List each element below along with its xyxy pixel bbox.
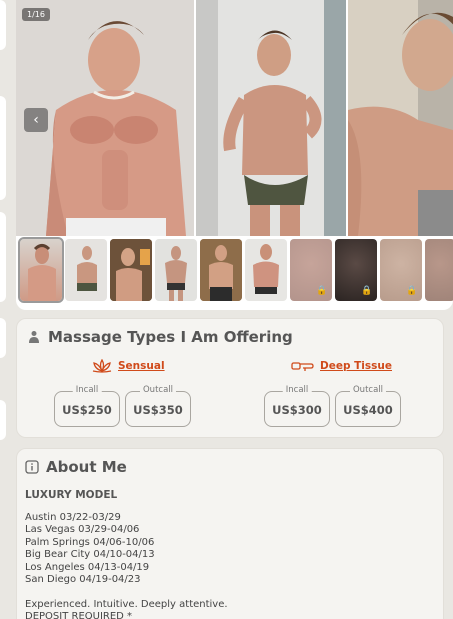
thumb-figure [200,239,242,301]
photo-figure-man-selfie [348,0,453,236]
outcall-label: Outcall [349,385,387,395]
incall-price: US$300 [272,403,322,417]
about-me-heading: About Me [25,458,127,476]
gallery-photo[interactable] [196,0,346,236]
incall-label: Incall [72,385,102,395]
incall-label: Incall [282,385,312,395]
thumbnail-locked[interactable] [425,239,453,301]
about-me-body: LUXURY MODEL Austin 03/22-03/29 Las Vega… [25,489,228,619]
thumbnail[interactable] [155,239,197,301]
prev-card-edge [0,318,6,358]
lock-icon: 🔒 [316,286,328,296]
incall-price-box: Incall US$250 [54,385,120,427]
photo-counter: 1/16 [22,8,50,21]
thumbnail-locked[interactable]: 🔒 [335,239,377,301]
gallery-main-row: 1/16 ‹ [16,0,453,236]
schedule-line: Palm Springs 04/06-10/06 [25,536,155,548]
thumbnail[interactable] [65,239,107,301]
lock-icon: 🔒 [406,286,418,296]
massage-type-deep-tissue[interactable]: Deep Tissue [291,359,392,373]
thumbnail[interactable] [245,239,287,301]
thumb-figure [28,244,56,301]
photo-figure-man-window [196,0,346,236]
chevron-left-icon[interactable]: ‹ [24,108,48,132]
thumbnail[interactable] [110,239,152,301]
outcall-label: Outcall [139,385,177,395]
schedule-line: Austin 03/22-03/29 [25,511,121,523]
lotus-icon [92,359,112,373]
massage-type-name[interactable]: Deep Tissue [320,360,392,372]
prev-card-edge [0,0,6,50]
thumbnail-locked[interactable]: 🔒 [380,239,422,301]
deposit-note: DEPOSIT REQUIRED * [25,611,133,619]
incall-price-box: Incall US$300 [264,385,330,427]
massage-types-heading: Massage Types I Am Offering [27,328,293,346]
outcall-price-box: Outcall US$400 [335,385,401,427]
schedule-line: San Diego 04/19-04/23 [25,574,141,585]
lock-icon: 🔒 [361,286,373,296]
thumb-figure [253,244,279,294]
massage-types-title: Massage Types I Am Offering [48,328,293,346]
about-me-card: About Me LUXURY MODEL Austin 03/22-03/29… [16,448,444,619]
gallery-photo[interactable]: 1/16 ‹ [16,0,194,236]
schedule-line: Las Vegas 03/29-04/06 [25,524,140,535]
info-icon [25,460,39,474]
outcall-price: US$350 [133,403,183,417]
schedule-line: Los Angeles 04/13-04/19 [25,561,150,573]
massage-type-name[interactable]: Sensual [118,360,165,372]
massage-hand-icon [291,362,314,371]
prev-card-edge [0,96,6,200]
thumb-figure [77,246,97,291]
thumbnail[interactable] [200,239,242,301]
thumb-figure [110,239,152,301]
prev-card-edge [0,400,6,440]
incall-price: US$250 [62,403,112,417]
outcall-price: US$400 [343,403,393,417]
thumbnail[interactable] [18,237,64,303]
masseur-icon [29,331,39,343]
about-me-title: About Me [46,458,127,476]
thumbnail-strip: 🔒 🔒 🔒 [18,237,453,303]
thumb-figure [165,246,187,301]
photo-gallery: 1/16 ‹ 🔒 🔒 🔒 [16,0,453,310]
outcall-price-box: Outcall US$350 [125,385,191,427]
massage-type-sensual[interactable]: Sensual [91,359,165,373]
about-tagline: Experienced. Intuitive. Deeply attentive… [25,598,228,610]
gallery-photo[interactable] [348,0,453,236]
about-subtitle: LUXURY MODEL [25,489,118,501]
thumbnail-locked[interactable]: 🔒 [290,239,332,301]
massage-types-card: Massage Types I Am Offering Sensual Inca… [16,318,444,438]
prev-card-edge [0,212,6,302]
schedule-line: Big Bear City 04/10-04/13 [25,549,155,560]
